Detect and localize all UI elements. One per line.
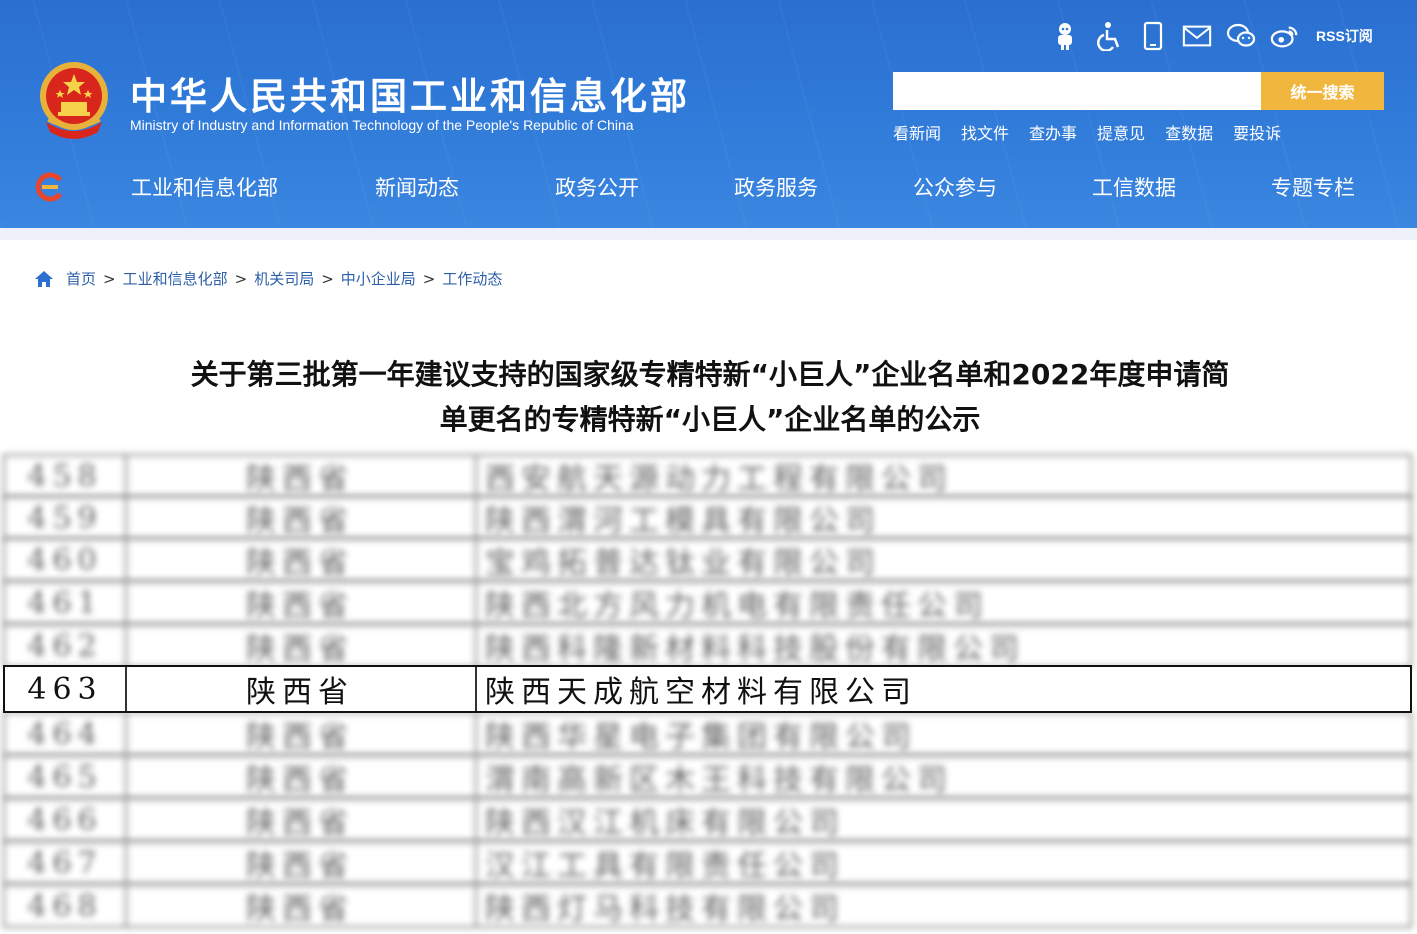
breadcrumb-separator: > [422, 269, 436, 288]
table-row: 460 陕西省 宝鸡拓普达钛业有限公司 [3, 538, 1412, 582]
quick-link-news[interactable]: 看新闻 [893, 120, 941, 144]
breadcrumb-sme-bureau[interactable]: 中小企业局 [341, 268, 416, 289]
cell-province: 陕西省 [125, 626, 477, 667]
breadcrumb-separator: > [321, 269, 334, 288]
quick-link-services[interactable]: 查办事 [1029, 120, 1077, 144]
mail-icon[interactable] [1182, 21, 1212, 51]
top-toolbar: RSS订阅 [1050, 18, 1373, 54]
cell-province: 陕西省 [125, 757, 477, 798]
breadcrumb-work-news[interactable]: 工作动态 [442, 268, 502, 289]
rss-link[interactable]: RSS订阅 [1316, 26, 1373, 46]
cell-province: 陕西省 [125, 540, 477, 581]
cell-company: 陕西灯马科技有限公司 [485, 892, 845, 927]
cell-number: 461 [5, 583, 127, 623]
home-icon[interactable] [34, 270, 54, 288]
breadcrumb-departments[interactable]: 机关司局 [254, 268, 314, 289]
cell-company: 汉江工具有限责任公司 [485, 849, 845, 884]
site-title[interactable]: 中华人民共和国工业和信息化部 [130, 66, 690, 120]
table-row: 467 陕西省 汉江工具有限责任公司 [3, 841, 1412, 885]
article-title-line1: 关于第三批第一年建议支持的国家级专精特新“小巨人”企业名单和2022年度申请简 [190, 358, 1230, 391]
table-row: 458 陕西省 西安航天源动力工程有限公司 [3, 454, 1412, 498]
breadcrumb-separator: > [103, 269, 116, 288]
cell-company: 西安航天源动力工程有限公司 [485, 462, 953, 497]
quick-link-complaints[interactable]: 要投诉 [1233, 120, 1281, 144]
nav-item-participation[interactable]: 公众参与 [913, 172, 997, 202]
quick-links: 看新闻 找文件 查办事 提意见 查数据 要投诉 [893, 120, 1281, 144]
breadcrumb-miit[interactable]: 工业和信息化部 [123, 268, 228, 289]
search-input[interactable] [893, 72, 1261, 110]
breadcrumb-home[interactable]: 首页 [66, 268, 96, 289]
cell-number: 464 [5, 714, 127, 754]
site-subtitle: Ministry of Industry and Information Tec… [130, 117, 634, 133]
cell-province: 陕西省 [125, 456, 477, 497]
weibo-icon[interactable] [1270, 21, 1300, 51]
cell-company: 宝鸡拓普达钛业有限公司 [485, 546, 881, 581]
cell-number: 468 [5, 886, 127, 926]
robot-icon[interactable] [1050, 21, 1080, 51]
cell-company: 陕西北方风力机电有限责任公司 [485, 589, 989, 624]
table-row-highlighted: 463 陕西省 陕西天成航空材料有限公司 [3, 665, 1412, 713]
wechat-icon[interactable] [1226, 21, 1256, 51]
cell-company: 陕西天成航空材料有限公司 [485, 675, 917, 710]
quick-link-data[interactable]: 查数据 [1165, 120, 1213, 144]
mobile-icon[interactable] [1138, 21, 1168, 51]
search-button[interactable]: 统一搜索 [1261, 72, 1384, 110]
cell-company: 陕西华星电子集团有限公司 [485, 720, 917, 755]
accessibility-icon[interactable] [1094, 21, 1124, 51]
cell-number: 467 [5, 843, 127, 883]
cell-province: 陕西省 [125, 714, 477, 755]
cell-province: 陕西省 [125, 886, 477, 927]
cell-company: 陕西科隆新材料科技股份有限公司 [485, 632, 1025, 667]
nav-item-miit[interactable]: 工业和信息化部 [131, 172, 278, 202]
quick-link-files[interactable]: 找文件 [961, 120, 1009, 144]
cell-number: 463 [5, 667, 127, 711]
table-row: 464 陕西省 陕西华星电子集团有限公司 [3, 712, 1412, 756]
nav-item-news[interactable]: 新闻动态 [375, 172, 459, 202]
table-row: 465 陕西省 渭南高新区木王科技有限公司 [3, 755, 1412, 799]
header-divider [0, 228, 1417, 240]
cell-number: 458 [5, 456, 127, 496]
quick-link-suggestions[interactable]: 提意见 [1097, 120, 1145, 144]
nav-item-disclosure[interactable]: 政务公开 [555, 172, 639, 202]
cell-province: 陕西省 [125, 843, 477, 884]
nav-item-data[interactable]: 工信数据 [1092, 172, 1176, 202]
cell-number: 459 [5, 498, 127, 538]
cell-number: 460 [5, 540, 127, 580]
cell-province: 陕西省 [125, 498, 477, 539]
cell-company: 陕西汉江机床有限公司 [485, 806, 845, 841]
table-row: 459 陕西省 陕西渭河工模具有限公司 [3, 496, 1412, 540]
article-title-line2: 单更名的专精特新“小巨人”企业名单的公示 [439, 403, 981, 436]
cell-number: 462 [5, 626, 127, 666]
nav-item-services[interactable]: 政务服务 [734, 172, 818, 202]
cell-number: 466 [5, 800, 127, 840]
cell-province: 陕西省 [125, 800, 477, 841]
table-row: 468 陕西省 陕西灯马科技有限公司 [3, 884, 1412, 928]
article-title: 关于第三批第一年建议支持的国家级专精特新“小巨人”企业名单和2022年度申请简 … [140, 352, 1280, 442]
cell-number: 465 [5, 757, 127, 797]
nav-item-topics[interactable]: 专题专栏 [1271, 172, 1355, 202]
company-table: 458 陕西省 西安航天源动力工程有限公司 459 陕西省 陕西渭河工模具有限公… [0, 450, 1417, 934]
table-row: 462 陕西省 陕西科隆新材料科技股份有限公司 [3, 624, 1412, 668]
cell-province: 陕西省 [125, 583, 477, 624]
cell-company: 渭南高新区木王科技有限公司 [485, 763, 953, 798]
cell-province: 陕西省 [125, 667, 477, 711]
national-emblem-icon[interactable] [36, 60, 112, 140]
main-nav: 工业和信息化部 新闻动态 政务公开 政务服务 公众参与 工信数据 专题专栏 [0, 172, 1417, 204]
cell-company: 陕西渭河工模具有限公司 [485, 504, 881, 539]
breadcrumb-separator: > [234, 269, 248, 288]
table-row: 461 陕西省 陕西北方风力机电有限责任公司 [3, 581, 1412, 625]
site-header: 中华人民共和国工业和信息化部 Ministry of Industry and … [0, 0, 1417, 228]
table-row: 466 陕西省 陕西汉江机床有限公司 [3, 798, 1412, 842]
breadcrumb: 首页 > 工业和信息化部 > 机关司局 > 中小企业局 > 工作动态 [34, 268, 502, 289]
